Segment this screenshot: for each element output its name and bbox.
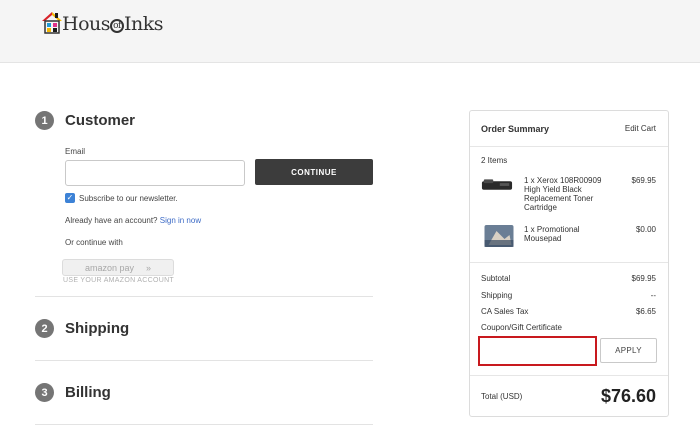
coupon-link[interactable]: Coupon/Gift Certificate xyxy=(481,323,562,332)
or-continue-text: Or continue with xyxy=(65,238,123,247)
mousepad-image xyxy=(484,225,514,247)
email-field[interactable] xyxy=(65,160,245,186)
step-title: Shipping xyxy=(65,320,130,337)
chevron-double-right-icon: » xyxy=(146,262,152,273)
newsletter-checkbox[interactable]: ✓ xyxy=(65,193,75,203)
step-shipping[interactable]: 2 Shipping xyxy=(35,319,129,338)
tax-value: $6.65 xyxy=(635,307,656,316)
apply-coupon-button[interactable]: APPLY xyxy=(600,338,657,363)
site-header: Hous of Inks xyxy=(0,0,700,63)
section-divider xyxy=(35,424,373,425)
order-summary-title: Order Summary xyxy=(481,124,550,134)
newsletter-label: Subscribe to our newsletter. xyxy=(79,194,178,203)
step-number-badge: 2 xyxy=(35,319,54,338)
step-customer: 1 Customer xyxy=(35,111,135,130)
total-label: Total (USD) xyxy=(481,392,523,401)
amazon-pay-label: amazon pay xyxy=(84,262,134,273)
site-logo[interactable]: Hous of Inks xyxy=(40,6,164,35)
edit-cart-link[interactable]: Edit Cart xyxy=(625,124,656,133)
summary-divider xyxy=(470,262,668,263)
email-label: Email xyxy=(65,147,86,156)
cart-item-name: 1 x Xerox 108R00909 High Yield Black Rep… xyxy=(524,176,602,212)
total-value: $76.60 xyxy=(600,386,656,406)
step-title: Billing xyxy=(65,384,111,401)
amazon-pay-subtext: USE YOUR AMAZON ACCOUNT xyxy=(63,277,175,284)
step-billing[interactable]: 3 Billing xyxy=(35,383,111,402)
subtotal-value: $69.95 xyxy=(631,274,656,283)
coupon-input[interactable] xyxy=(478,336,597,366)
items-count: 2 Items xyxy=(481,156,508,165)
tax-label: CA Sales Tax xyxy=(481,307,529,316)
section-divider xyxy=(35,296,373,297)
have-account-label: Already have an account? xyxy=(65,216,158,225)
have-account-text: Already have an account? Sign in now xyxy=(65,216,201,225)
shipping-value: -- xyxy=(650,291,656,300)
subtotal-label: Subtotal xyxy=(481,274,511,283)
summary-divider xyxy=(470,375,668,376)
step-number-badge: 1 xyxy=(35,111,54,130)
continue-button[interactable]: CONTINUE xyxy=(255,159,373,185)
house-logo-icon xyxy=(42,12,62,34)
amazon-pay-button[interactable]: amazon pay » xyxy=(62,259,174,276)
cart-item-price: $0.00 xyxy=(635,225,656,234)
step-number-badge: 3 xyxy=(35,383,54,402)
shipping-label: Shipping xyxy=(481,291,513,300)
cart-item-name: 1 x Promotional Mousepad xyxy=(524,225,580,243)
cart-item-price: $69.95 xyxy=(631,176,656,185)
summary-divider xyxy=(470,146,668,147)
toner-cartridge-image xyxy=(481,179,513,190)
logo-wordmark: Hous of Inks xyxy=(62,13,164,35)
step-title: Customer xyxy=(65,112,136,129)
sign-in-link[interactable]: Sign in now xyxy=(160,216,201,225)
section-divider xyxy=(35,360,373,361)
order-summary-panel: Order Summary Edit Cart 2 Items 1 x Xero… xyxy=(469,110,669,417)
